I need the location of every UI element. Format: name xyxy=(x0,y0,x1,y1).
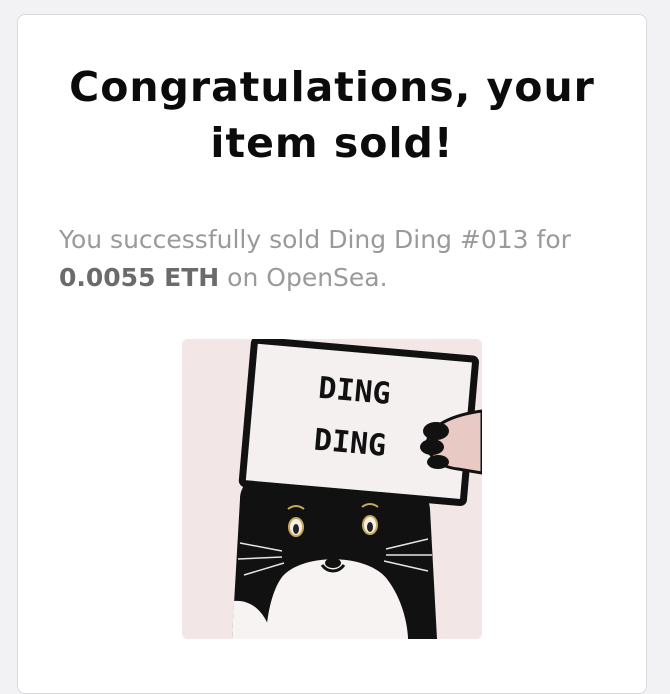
nft-illustration: DING DING xyxy=(182,339,482,639)
sale-message-prefix: You successfully sold Ding Ding #013 for xyxy=(59,225,571,254)
ding-ding-sign: DING DING xyxy=(238,339,480,507)
sale-message-suffix: on OpenSea. xyxy=(219,263,388,292)
nft-image[interactable]: DING DING xyxy=(182,339,482,639)
sale-message: You successfully sold Ding Ding #013 for… xyxy=(59,221,629,297)
sign-text-line-2: DING xyxy=(312,423,387,464)
sale-price: 0.0055 ETH xyxy=(59,263,220,292)
congratulations-heading: Congratulations, your item sold! xyxy=(69,63,595,167)
sign-text-line-1: DING xyxy=(317,371,392,412)
cat-nose xyxy=(325,558,341,568)
sale-notification-card: Congratulations, your item sold! You suc… xyxy=(17,14,647,694)
